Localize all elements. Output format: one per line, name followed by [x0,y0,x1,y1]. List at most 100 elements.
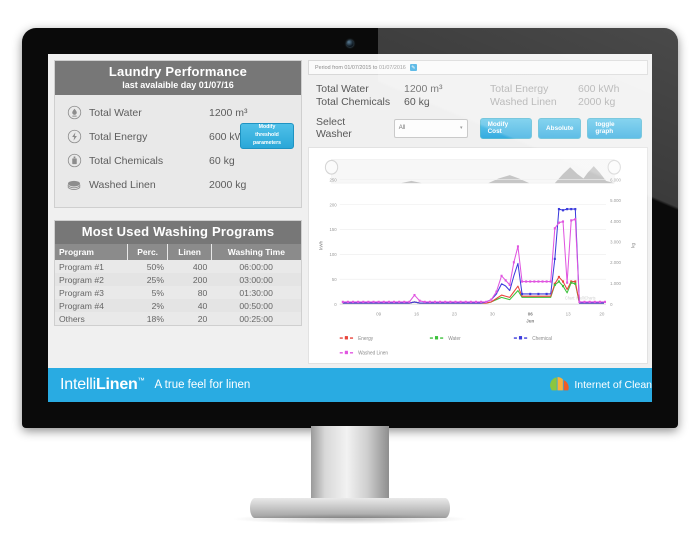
washer-select[interactable]: All ▾ [393,118,468,138]
modify-threshold-parameters-button[interactable]: Modify threshold parameters [240,122,294,149]
cell-program: Others [59,313,85,324]
brand-trademark: ™ [137,377,145,385]
imac-monitor: Laundry Performance last avalaible day 0… [22,28,678,428]
legend-item-washed-linen[interactable]: Washed Linen [339,350,389,357]
table-row[interactable]: Program #4 2% 40 00:50:00 [55,299,301,313]
svg-text:16: 16 [414,311,419,317]
washing-programs-table: Program Perc. Linen Washing Time Program… [55,244,301,326]
modify-cost-button[interactable]: Modify Cost [479,117,533,139]
svg-text:3.000: 3.000 [610,239,621,244]
toggle-graph-button[interactable]: toggle graph [587,117,642,139]
svg-text:23: 23 [452,311,457,317]
cell-linen: 20 [197,313,208,324]
svg-text:20: 20 [599,311,604,317]
left-column: Laundry Performance last avalaible day 0… [54,60,302,368]
navigator-handle-right[interactable] [607,159,621,175]
laundry-performance-panel: Laundry Performance last avalaible day 0… [54,60,302,208]
controls-row: Select Washer All ▾ Modify Cost Absolute… [308,112,648,147]
kpi-label-linen: Washed Linen [490,96,557,108]
cell-perc: 50% [146,261,164,272]
cell-linen: 80 [197,287,208,298]
water-drop-icon [63,105,85,120]
kpi-label-chemicals: Total Chemicals [316,96,391,108]
table-row[interactable]: Program #2 25% 200 03:00:00 [55,273,301,287]
kpi-grid: Total Water 1200 m³ Total Energy 600 kWh… [308,75,648,112]
cell-time: 06:00:00 [239,261,273,272]
column-header-program: Program [55,244,128,261]
svg-text:50: 50 [332,277,337,282]
threshold-button-line3: parameters [253,139,281,146]
threshold-button-line1: Modify [258,123,276,130]
column-header-linen: Linen [167,244,212,261]
summary-rows: Total Water 1200 m³ Total Energy 600 kWh… [55,94,301,207]
brand-tagline: A true feel for linen [154,379,251,391]
laundry-performance-subtitle: last avalaible day 01/07/16 [122,79,234,90]
cell-linen: 400 [192,261,208,272]
legend-item-energy[interactable]: Energy [339,336,374,342]
svg-text:30: 30 [490,311,495,317]
legend-label-washed-linen: Washed Linen [358,350,388,356]
kpi-label-energy: Total Energy [490,83,549,95]
webcam-icon [346,40,354,47]
column-header-perc: Perc. [127,244,169,261]
cell-perc: 5% [151,287,164,298]
cell-time: 00:25:00 [239,313,273,324]
legend-label-energy: Energy [358,336,373,342]
kpi-value-chemicals: 60 kg [404,96,430,108]
cell-perc: 25% [146,274,164,285]
absolute-button[interactable]: Absolute [538,117,582,139]
cell-time: 00:50:00 [239,300,273,311]
cell-program: Program #4 [59,300,104,311]
edit-calendar-icon[interactable]: ✎ [409,64,417,71]
chart-y-axis-left: 250 200 150 100 50 0 [329,177,337,307]
svg-text:Jun: Jun [526,318,534,324]
svg-text:5.000: 5.000 [610,198,621,203]
washing-programs-header: Most Used Washing Programs [55,220,301,245]
summary-row-water: Total Water 1200 m³ [63,102,293,124]
consumption-chart[interactable]: 250 200 150 100 50 0 kWh 6.000 5.000 4.0… [308,147,648,364]
legend-item-water[interactable]: Water [429,336,461,342]
summary-label-chemicals: Total Chemicals [89,154,164,167]
brand-prefix: Intelli [60,376,96,393]
right-column: Period from 01/07/2015 to 01/07/2016 ✎ T… [308,60,648,368]
svg-text:13: 13 [566,311,571,317]
table-row[interactable]: Program #1 50% 400 06:00:00 [55,260,301,273]
series-washed-linen-markers [341,218,607,304]
cell-linen: 40 [197,300,208,311]
chart-y-axis-left-label: kWh [319,240,324,250]
table-header-row: Program Perc. Linen Washing Time [55,244,301,261]
legend-item-chemical[interactable]: Chemical [513,336,552,342]
kpi-value-energy: 600 kWh [578,83,620,95]
cell-perc: 2% [151,300,164,311]
chart-x-ticks: 09 16 23 30 06 Jun 13 20 [376,311,605,324]
svg-text:06: 06 [528,311,533,317]
linen-stack-icon [63,177,85,193]
legend-label-chemical: Chemical [532,336,552,342]
cell-time: 01:30:00 [239,287,273,298]
cell-program: Program #1 [59,261,104,272]
table-row[interactable]: Program #3 5% 80 01:30:00 [55,286,301,299]
summary-value-water: 1200 m³ [209,106,248,119]
threshold-button-line2: threshold [255,131,279,138]
svg-text:150: 150 [329,227,337,232]
washer-select-value: All [398,125,406,131]
navigator-handle-left[interactable] [324,159,339,175]
chart-series-group [341,207,607,304]
chevron-down-icon: ▾ [460,125,463,131]
dashboard-body: Laundry Performance last avalaible day 0… [48,54,652,368]
column-header-washing-time: Washing Time [211,244,301,261]
internet-of-clean-badge: Internet of Clean [550,374,652,397]
chart-y-axis-right: 6.000 5.000 4.000 3.000 2.000 1.000 0 [610,177,621,307]
table-row[interactable]: Others 18% 20 00:25:00 [55,312,301,325]
chart-credits: Chart: IntelliCharts [565,295,596,300]
lightning-icon [63,129,85,144]
svg-text:200: 200 [329,202,337,207]
laundry-performance-header: Laundry Performance last avalaible day 0… [55,61,301,95]
summary-row-chemicals: Total Chemicals 60 kg [63,150,293,172]
summary-label-linen: Washed Linen [89,178,156,191]
brand-logo: IntelliLinen™ [60,376,145,394]
period-bar: Period from 01/07/2015 to 01/07/2016 ✎ [308,60,648,75]
chart-legend[interactable]: Energy Water Chemical Washed Linen [339,336,552,357]
chemical-icon [63,153,85,168]
svg-text:6.000: 6.000 [610,177,621,182]
